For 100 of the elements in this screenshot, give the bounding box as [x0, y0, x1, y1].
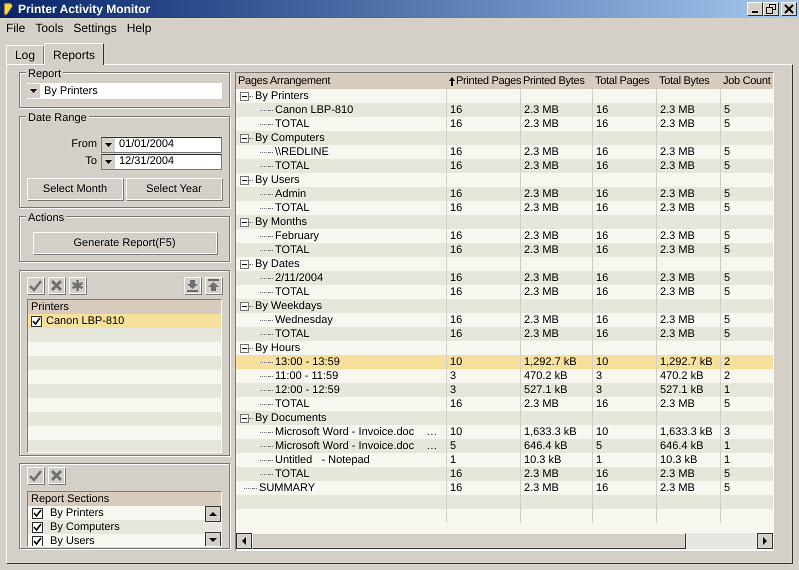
checkbox[interactable]: [31, 316, 42, 326]
button[interactable]: Select Month: [27, 178, 123, 200]
table-cell-text: 5: [723, 187, 732, 201]
column-header[interactable]: Job Count: [721, 73, 773, 89]
checkbox[interactable]: [32, 508, 43, 518]
list-item[interactable]: By Computers: [28, 520, 205, 534]
table-row[interactable]: By Computers: [236, 131, 773, 145]
tree-label: 13:00 - 13:59: [275, 354, 340, 370]
table-row[interactable]: 12:00 - 12:59 3 527.1 kB 3 527.1 kB 1: [236, 383, 773, 397]
tree-label: Microsoft Word - Invoice.doc …: [275, 438, 438, 454]
table-cell-text: 5: [723, 285, 732, 299]
tree-label: By Documents: [255, 410, 327, 426]
tree-label: TOTAL: [275, 284, 310, 300]
column-header[interactable]: Printed Bytes: [521, 73, 593, 89]
table-cell-text: 2: [723, 369, 732, 383]
uncheck-all-button[interactable]: [48, 277, 65, 294]
minimize-button[interactable]: [747, 2, 763, 16]
checkbox[interactable]: [32, 522, 43, 532]
tree-label: By Weekdays: [255, 298, 322, 314]
checkbox[interactable]: [32, 536, 43, 546]
table-cell-text: 1: [723, 453, 732, 467]
table-row[interactable]: Microsoft Word - Invoice.doc … 5 646.4 kB 5 646.4 kB 1: [236, 439, 773, 453]
tree-label: February: [275, 228, 320, 244]
table-row[interactable]: TOTAL 16 2.3 MB 16 2.3 MB 5: [236, 159, 773, 173]
table-row[interactable]: 2/11/2004 16 2.3 MB 16 2.3 MB 5: [236, 271, 773, 285]
collapse-icon[interactable]: [240, 218, 249, 226]
table-row[interactable]: TOTAL 16 2.3 MB 16 2.3 MB 5: [236, 467, 773, 481]
table-cell-text: 5: [723, 397, 732, 411]
list-item[interactable]: Canon LBP-810: [28, 314, 221, 328]
tree-label: 11:00 - 11:59: [275, 368, 338, 384]
check-all-button[interactable]: [27, 277, 44, 294]
tree-label: 2/11/2004: [275, 270, 324, 286]
field-label: To: [85, 154, 97, 170]
table-row[interactable]: By Months: [236, 215, 773, 229]
menu-item[interactable]: File: [1, 18, 30, 36]
collapse-icon[interactable]: [240, 260, 249, 268]
column-header[interactable]: Total Bytes: [657, 73, 721, 89]
restore-button[interactable]: [763, 2, 779, 16]
tree-label: By Users: [255, 172, 300, 188]
scroll-thumb[interactable]: [252, 533, 686, 549]
table-cell-text: 5: [723, 159, 732, 173]
table-cell-text: 5: [723, 229, 732, 243]
column-header[interactable]: Total Pages: [593, 73, 657, 89]
table-cell-text: 1: [723, 439, 732, 453]
list-header: Printers: [28, 300, 221, 314]
app-icon: [2, 2, 14, 16]
table-cell-text: 5: [723, 201, 732, 215]
group-title: Report: [26, 66, 64, 82]
group-title: Date Range: [26, 110, 89, 126]
collapse-icon[interactable]: [240, 92, 249, 100]
tree-label: TOTAL: [275, 396, 310, 412]
table-cell-text: 5: [723, 103, 732, 117]
collapse-icon[interactable]: [240, 302, 249, 310]
tree-label: Canon LBP-810: [275, 102, 354, 118]
table-row[interactable]: By Documents: [236, 411, 773, 425]
menu-item[interactable]: Settings: [68, 18, 122, 36]
window-title: Printer Activity Monitor: [18, 1, 152, 18]
table-row[interactable]: Admin 16 2.3 MB 16 2.3 MB 5: [236, 187, 773, 201]
button[interactable]: Generate Report(F5): [32, 232, 216, 254]
button[interactable]: Select Year: [126, 178, 222, 200]
tree-label: TOTAL: [275, 116, 310, 132]
field-label: From: [71, 137, 97, 152]
table-row[interactable]: TOTAL 16 2.3 MB 16 2.3 MB 5: [236, 327, 773, 341]
collapse-icon[interactable]: [240, 134, 249, 142]
tab[interactable]: Log: [6, 45, 44, 64]
collapse-icon[interactable]: [240, 344, 249, 352]
table-row[interactable]: By Weekdays: [236, 299, 773, 313]
tree-label: \\REDLINE: [275, 144, 329, 160]
tree-label: 12:00 - 12:59: [275, 382, 340, 398]
dropdown[interactable]: By Printers: [27, 83, 222, 99]
asterisk-button[interactable]: [69, 277, 86, 294]
move-up-button[interactable]: [205, 277, 222, 294]
table-cell-text: 5: [723, 145, 732, 159]
dropdown[interactable]: 01/01/2004: [101, 136, 222, 152]
move-down-button[interactable]: [184, 277, 201, 294]
column-header[interactable]: Printed Pages: [447, 73, 521, 89]
menu-item[interactable]: Help: [122, 18, 156, 36]
tree-label: Untitled - Notepad: [275, 452, 370, 468]
table-cell-text: 5: [723, 327, 732, 341]
collapse-icon[interactable]: [240, 414, 249, 422]
uncheck-all-button[interactable]: [48, 467, 65, 484]
table-row[interactable]: TOTAL 16 2.3 MB 16 2.3 MB 5: [236, 243, 773, 257]
list-item[interactable]: By Printers: [28, 506, 205, 520]
column-header[interactable]: Pages Arrangement: [236, 73, 447, 89]
table-row[interactable]: Canon LBP-810 16 2.3 MB 16 2.3 MB 5: [236, 103, 773, 117]
tree-label: TOTAL: [275, 200, 310, 216]
close-button[interactable]: [781, 2, 797, 16]
tree-label: Microsoft Word - Invoice.doc …: [275, 424, 438, 440]
restore-icon: [766, 4, 776, 14]
table-cell-text: 2: [723, 355, 732, 369]
list-item[interactable]: By Users: [28, 534, 205, 546]
close-icon: [784, 4, 794, 14]
tree-label: By Dates: [255, 256, 300, 272]
table-row[interactable]: 13:00 - 13:59 10 1,292.7 kB 10 1,292.7 kB 2: [236, 355, 773, 369]
collapse-icon[interactable]: [240, 176, 249, 184]
table-cell-text: 5: [723, 271, 732, 285]
tab[interactable]: Reports: [44, 43, 104, 65]
check-all-button[interactable]: [27, 467, 44, 484]
menu-item[interactable]: Tools: [30, 18, 68, 36]
dropdown[interactable]: 12/31/2004: [101, 154, 222, 170]
